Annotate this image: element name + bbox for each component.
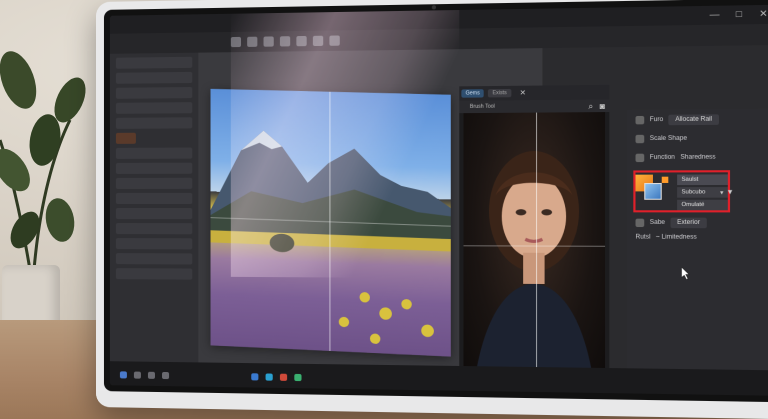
dropdown-option-label: Subcubo [681,189,705,195]
dropdown-option-label: Saulst [681,177,698,183]
row-label: Scale Shape [650,136,687,143]
taskbar-app-icon[interactable] [266,373,273,380]
row-value[interactable]: Allocate Rail [669,114,719,125]
monitor-bezel: — □ ✕ Gems Exists ✕ Brush Tool ⌕ ◙ Furo … [104,0,768,402]
dropdown-option-selected[interactable]: Saulst [677,174,728,185]
panel-row[interactable]: Furo Allocate Rail ✕ [627,111,768,129]
crop-tool-icon[interactable] [280,36,290,46]
minimize-button[interactable]: — [708,9,721,21]
tool-row[interactable] [116,253,192,264]
dropdown-option-label: Omulaté [681,202,704,208]
row-label: Sabe [650,220,665,226]
mountain-range [211,89,451,357]
lasso-tool-icon[interactable] [264,36,274,46]
tool-row[interactable] [116,163,192,174]
settings-icon [636,219,645,227]
dropdown-option[interactable]: Subcubo ▾ [677,187,728,198]
panel-row[interactable]: Function Sharedness ✕ [627,149,768,167]
row-label: Function [650,155,675,161]
eraser-tool-icon[interactable] [313,36,323,46]
woman-portrait [463,112,605,386]
portrait-image[interactable] [463,112,605,386]
shape-icon [636,135,645,143]
taskbar-app-icon[interactable] [280,374,287,381]
start-icon[interactable] [120,371,127,378]
tool-row-active[interactable] [116,133,136,144]
tab-exists[interactable]: Exists [488,89,511,97]
panel-row[interactable]: Scale Shape ✕ [627,130,768,148]
dropdown-option[interactable]: Omulaté [677,200,728,211]
layer-icon [636,116,645,124]
left-tool-panel [110,53,198,363]
select-tool-icon[interactable] [247,37,257,47]
taskbar-app-icon[interactable] [251,373,258,380]
tool-row[interactable] [116,117,192,129]
search-icon[interactable]: ⌕ [588,102,593,112]
portrait-document-panel[interactable]: Gems Exists ✕ Brush Tool ⌕ ◙ [459,112,609,386]
function-icon [636,154,645,162]
taskbar-app-icon[interactable] [294,374,301,381]
tool-row[interactable] [116,178,192,189]
panel-header-icons: ⌕ ◙ [588,102,605,113]
tool-row[interactable] [116,223,192,234]
taskbar-app-icon[interactable] [134,372,141,379]
row-label: Furo [650,117,664,123]
tool-row[interactable] [116,87,192,99]
camera-icon[interactable]: ◙ [600,102,605,112]
chevron-down-icon[interactable]: ▾ [728,187,732,197]
document-tabs: Gems Exists ✕ [459,85,609,101]
tool-row[interactable] [116,268,192,280]
landscape-image[interactable] [211,89,451,357]
tool-row[interactable] [116,238,192,249]
taskbar-app-icon[interactable] [148,372,155,379]
screen: — □ ✕ Gems Exists ✕ Brush Tool ⌕ ◙ Furo … [110,5,768,396]
row-value[interactable]: Exterior [671,218,707,229]
close-button[interactable]: ✕ [757,8,768,20]
move-tool-icon[interactable] [231,37,241,47]
tab-gems[interactable]: Gems [461,89,484,97]
row-label: Rutsl [636,234,651,240]
tool-row[interactable] [116,72,192,84]
brush-tool-icon[interactable] [296,36,306,46]
properties-panel: Furo Allocate Rail ✕ Scale Shape ✕ Funct… [627,108,768,370]
tool-row[interactable] [116,193,192,204]
taskbar-app-icon[interactable] [162,372,169,379]
close-icon[interactable]: ✕ [520,89,526,97]
panel-header: Brush Tool [459,99,609,113]
text-tool-icon[interactable] [329,35,339,45]
panel-row[interactable]: Rutsl ~ Limitedness [627,229,768,246]
maximize-button[interactable]: □ [732,8,745,20]
tool-row[interactable] [116,102,192,114]
chevron-down-icon: ▾ [720,189,723,196]
window-controls: — □ ✕ [708,8,768,21]
tool-row[interactable] [116,148,192,159]
row-value: ~ Limitedness [656,234,697,240]
mouse-pointer-icon [681,267,690,280]
webcam [432,5,436,9]
tool-row[interactable] [116,57,192,69]
guide-line-vertical [536,113,537,385]
row-value: Sharedness [680,154,715,160]
monitor: — □ ✕ Gems Exists ✕ Brush Tool ⌕ ◙ Furo … [96,0,768,419]
tool-row[interactable] [116,208,192,219]
